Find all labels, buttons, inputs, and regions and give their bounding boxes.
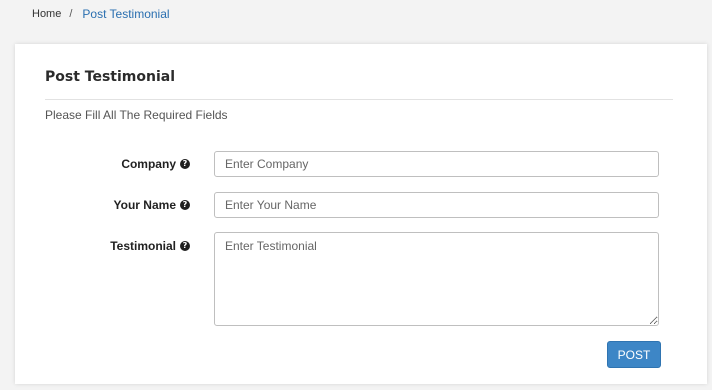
your-name-label: Your Name ? [114,198,190,212]
your-name-input[interactable] [214,192,659,218]
breadcrumb-current-link[interactable]: Post Testimonial [82,7,169,21]
your-name-help-icon[interactable]: ? [180,200,190,210]
testimonial-label: Testimonial ? [110,239,190,253]
company-help-icon[interactable]: ? [180,159,190,169]
breadcrumb-home-link[interactable]: Home [32,8,61,20]
required-fields-note: Please Fill All The Required Fields [45,108,228,122]
testimonial-label-text: Testimonial [110,239,176,253]
title-divider [45,99,673,100]
testimonial-textarea[interactable] [214,232,659,326]
page-title: Post Testimonial [45,69,176,85]
company-label: Company ? [121,157,190,171]
company-input[interactable] [214,151,659,177]
your-name-label-text: Your Name [113,198,176,212]
testimonial-card: Post Testimonial Please Fill All The Req… [15,44,707,384]
breadcrumb: Home / Post Testimonial [32,7,170,21]
post-button[interactable]: POST [607,341,661,368]
company-label-text: Company [121,157,176,171]
breadcrumb-separator: / [69,8,73,20]
testimonial-help-icon[interactable]: ? [180,241,190,251]
